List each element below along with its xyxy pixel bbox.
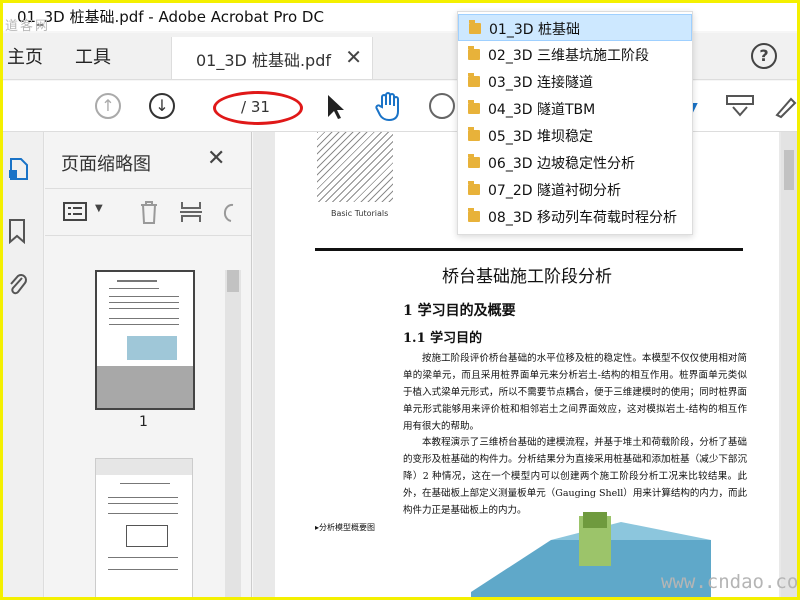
file-item-7[interactable]: 07_2D 隧道衬砌分析 xyxy=(458,176,692,203)
file-list-dropdown: 01_3D 桩基础 02_3D 三维基坑施工阶段 03_3D 连接隧道 04_3… xyxy=(457,11,693,235)
document-title: 桥台基础施工阶段分析 xyxy=(442,267,612,287)
help-icon[interactable]: ? xyxy=(751,43,777,69)
folder-icon xyxy=(468,127,480,141)
select-cursor-icon[interactable] xyxy=(325,93,345,121)
file-item-1[interactable]: 01_3D 桩基础 xyxy=(458,14,692,41)
tab-document-label: 01_3D 桩基础.pdf xyxy=(196,51,331,70)
file-item-label: 03_3D 连接隧道 xyxy=(488,75,593,91)
file-item-label: 01_3D 桩基础 xyxy=(489,22,580,38)
page-thumbnail-1-label: 1 xyxy=(139,414,148,430)
section-heading-1-1: 1.1 学习目的 xyxy=(403,331,483,346)
file-item-4[interactable]: 04_3D 隧道TBM xyxy=(458,95,692,122)
tab-home[interactable]: 主页 xyxy=(7,43,43,69)
paragraph-2: 本教程演示了三维桥台基础的建模流程，并基于堆土和荷载阶段，分析了基础的变形及桩基… xyxy=(403,437,747,516)
document-scrollbar-thumb[interactable] xyxy=(784,150,794,190)
tab-document[interactable]: 01_3D 桩基础.pdf ✕ xyxy=(171,37,373,79)
file-item-8[interactable]: 08_3D 移动列车荷载时程分析 xyxy=(458,203,692,230)
page-up-icon[interactable]: ↑ xyxy=(95,93,121,119)
page-thumbnail-2[interactable] xyxy=(95,458,193,597)
folder-icon xyxy=(468,181,480,195)
page-thumbnail-1[interactable] xyxy=(95,270,195,410)
page-down-icon[interactable]: ↓ xyxy=(149,93,175,119)
file-item-label: 05_3D 堆坝稳定 xyxy=(488,129,593,145)
hatched-graphic xyxy=(317,132,393,202)
keyboard-icon[interactable] xyxy=(725,93,755,119)
file-item-6[interactable]: 06_3D 边坡稳定性分析 xyxy=(458,149,692,176)
watermark-bottom: www.cndao.com xyxy=(661,571,800,593)
paragraph-1: 按施工阶段评价桥台基础的水平位移及桩的稳定性。本模型不仅仅使用相对简单的梁单元，… xyxy=(403,353,747,432)
file-item-label: 07_2D 隧道衬砌分析 xyxy=(488,183,621,199)
thumbnails-panel: 页面缩略图 ✕ ▼ 1 xyxy=(45,132,252,597)
zoom-icon[interactable] xyxy=(429,93,455,119)
page-number-box[interactable]: / 31 xyxy=(213,91,303,125)
left-nav xyxy=(3,132,44,597)
document-scrollbar[interactable] xyxy=(781,132,797,597)
bookmark-icon[interactable] xyxy=(7,218,27,244)
app-window: 01_3D 桩基础.pdf - Adobe Acrobat Pro DC 道客网… xyxy=(0,0,800,600)
hand-tool-icon[interactable] xyxy=(373,91,405,123)
delete-page-icon[interactable] xyxy=(137,199,161,225)
tab-tools[interactable]: 工具 xyxy=(75,43,111,69)
file-item-label: 04_3D 隧道TBM xyxy=(488,102,596,118)
header-rule xyxy=(315,248,743,251)
extract-page-icon[interactable] xyxy=(179,199,203,225)
basic-tutorials-text: Basic Tutorials xyxy=(331,209,389,218)
file-item-label: 08_3D 移动列车荷载时程分析 xyxy=(488,210,677,226)
pen-icon[interactable] xyxy=(773,93,797,119)
thumbnails-scrollbar[interactable] xyxy=(225,270,241,597)
file-item-3[interactable]: 03_3D 连接隧道 xyxy=(458,68,692,95)
file-item-label: 06_3D 边坡稳定性分析 xyxy=(488,156,635,172)
thumbnails-panel-title: 页面缩略图 xyxy=(61,154,151,175)
folder-icon xyxy=(468,73,480,87)
watermark-top: 道客网 xyxy=(5,19,51,34)
close-tab-icon[interactable]: ✕ xyxy=(345,45,362,69)
options-caret-icon[interactable]: ▼ xyxy=(95,203,103,214)
thumbnails-scrollbar-thumb[interactable] xyxy=(227,270,239,292)
page-thumbnails-icon[interactable] xyxy=(7,156,29,182)
file-item-label: 02_3D 三维基坑施工阶段 xyxy=(488,48,649,64)
section-heading-1: 1 学习目的及概要 xyxy=(403,303,516,319)
figure-caption: ▸分析模型概要图 xyxy=(315,523,376,532)
close-panel-icon[interactable]: ✕ xyxy=(207,146,225,171)
page-count: / 31 xyxy=(241,98,270,116)
folder-icon xyxy=(468,46,480,60)
folder-icon xyxy=(469,20,481,34)
folder-icon xyxy=(468,208,480,222)
file-item-2[interactable]: 02_3D 三维基坑施工阶段 xyxy=(458,41,692,68)
rotate-page-icon[interactable] xyxy=(219,199,237,225)
thumbnails-toolbar: ▼ xyxy=(45,188,251,236)
folder-icon xyxy=(468,154,480,168)
attachment-icon[interactable] xyxy=(7,272,29,298)
file-item-5[interactable]: 05_3D 堆坝稳定 xyxy=(458,122,692,149)
window-title: 01_3D 桩基础.pdf - Adobe Acrobat Pro DC xyxy=(17,8,324,26)
options-menu-icon[interactable] xyxy=(63,201,89,223)
folder-icon xyxy=(468,100,480,114)
